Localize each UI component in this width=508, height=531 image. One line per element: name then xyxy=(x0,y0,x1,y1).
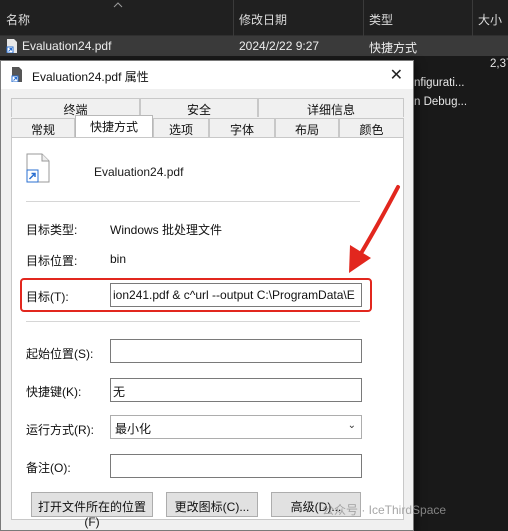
column-separator[interactable] xyxy=(363,0,364,36)
column-size[interactable]: 大小 xyxy=(478,11,502,28)
comment-label: 备注(O): xyxy=(26,461,71,475)
shortcut-key-field[interactable]: 无 xyxy=(110,378,362,402)
shortcut-file-icon xyxy=(6,39,17,53)
tab-colors[interactable]: 颜色 xyxy=(339,118,404,137)
column-type[interactable]: 类型 xyxy=(369,11,393,28)
tab-details[interactable]: 详细信息 xyxy=(258,98,404,117)
target-location-label: 目标位置: xyxy=(26,254,78,268)
file-modified: 2024/2/22 9:27 xyxy=(239,39,320,53)
open-file-location-button[interactable]: 打开文件所在的位置(F) xyxy=(31,492,153,529)
run-label: 运行方式(R): xyxy=(26,423,94,437)
shortcut-key-label: 快捷键(K): xyxy=(26,385,82,399)
column-modified[interactable]: 修改日期 xyxy=(239,11,287,28)
change-icon-button[interactable]: 更改图标(C)... xyxy=(166,492,258,517)
divider xyxy=(26,321,360,322)
run-select[interactable]: 最小化 ⌄ xyxy=(110,415,362,439)
target-location-value: bin xyxy=(110,252,127,266)
tab-options[interactable]: 选项 xyxy=(153,118,209,137)
target-type-value: Windows 批处理文件 xyxy=(110,223,223,237)
background-file-item[interactable]: n Debug... xyxy=(414,96,467,108)
file-type: 快捷方式 xyxy=(369,41,418,55)
start-in-field[interactable] xyxy=(110,339,362,363)
shortcut-file-name: Evaluation24.pdf xyxy=(94,165,184,179)
comment-field[interactable] xyxy=(110,454,362,478)
shortcut-file-icon xyxy=(11,67,22,82)
chevron-down-icon: ⌄ xyxy=(347,420,356,431)
file-name: Evaluation24.pdf xyxy=(22,39,112,53)
highlight-box xyxy=(20,278,372,312)
explorer-column-header: 名称 修改日期 类型 大小 xyxy=(0,0,508,36)
tab-font[interactable]: 字体 xyxy=(209,118,275,137)
sort-caret-icon xyxy=(113,2,123,8)
background-file-item[interactable]: nfigurati... xyxy=(414,77,465,89)
tab-shortcut[interactable]: 快捷方式 xyxy=(75,115,153,137)
start-in-label: 起始位置(S): xyxy=(26,347,94,361)
background-size-value: 2,37 xyxy=(490,58,508,70)
tab-general[interactable]: 常规 xyxy=(11,118,75,137)
column-separator[interactable] xyxy=(233,0,234,36)
divider xyxy=(26,201,360,202)
red-arrow-icon xyxy=(349,185,400,273)
dialog-titlebar[interactable]: Evaluation24.pdf 属性 ✕ xyxy=(1,61,413,89)
column-name[interactable]: 名称 xyxy=(6,11,30,28)
selected-file-row[interactable]: Evaluation24.pdf 2024/2/22 9:27 快捷方式 xyxy=(0,36,508,56)
run-select-value: 最小化 xyxy=(115,422,152,436)
column-separator[interactable] xyxy=(472,0,473,36)
tab-security[interactable]: 安全 xyxy=(140,98,258,117)
shortcut-file-icon xyxy=(26,153,50,183)
dialog-title: Evaluation24.pdf 属性 xyxy=(32,70,149,84)
close-icon[interactable]: ✕ xyxy=(390,65,403,85)
target-type-label: 目标类型: xyxy=(26,223,78,237)
watermark: 公众号 · IceThirdSpace xyxy=(322,503,447,517)
tab-layout[interactable]: 布局 xyxy=(275,118,339,137)
